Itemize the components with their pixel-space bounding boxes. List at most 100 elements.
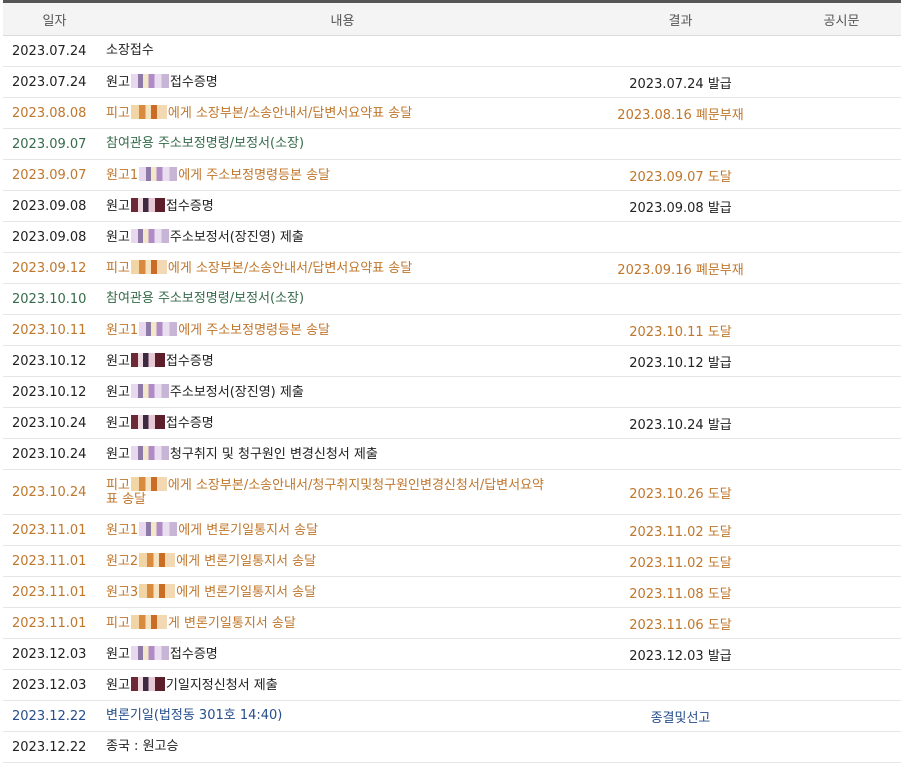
row-notice: [782, 731, 901, 763]
row-date: 2023.09.08: [3, 221, 106, 253]
row-content-text: 에게 변론기일통지서 송달: [176, 554, 317, 569]
redacted-name: [139, 553, 176, 567]
row-date: 2023.11.01: [3, 514, 106, 546]
table-row: 2023.10.24 원고 청구취지 및 청구원인 변경신청서 제출: [3, 438, 901, 470]
row-date: 2023.09.12: [3, 252, 106, 284]
row-result: 종결및선고: [579, 700, 782, 732]
row-content: 원고 청구취지 및 청구원인 변경신청서 제출: [106, 438, 579, 470]
row-notice: [782, 638, 901, 670]
table-row: 2023.12.22 변론기일(법정동 301호 14:40) 종결및선고: [3, 700, 901, 732]
row-notice: [782, 35, 901, 67]
row-content-prefix: 피고: [106, 478, 130, 493]
row-content: 원고 접수증명: [106, 66, 579, 98]
row-content-text: 에게 변론기일통지서 송달: [176, 585, 317, 600]
redacted-name: [139, 584, 176, 598]
row-result: 2023.11.02 도달: [579, 545, 782, 577]
redacted-name: [130, 384, 169, 398]
row-content-text: 에게 주소보정명령등본 송달: [178, 168, 330, 183]
column-header-notice[interactable]: 공시문: [782, 0, 901, 36]
row-date: 2023.08.08: [3, 97, 106, 129]
row-date: 2023.07.24: [3, 66, 106, 98]
table-row: 2023.11.01 피고 게 변론기일통지서 송달 2023.11.06 도달: [3, 607, 901, 639]
row-notice: [782, 514, 901, 546]
row-result: [579, 669, 782, 701]
row-notice: [782, 314, 901, 346]
row-result: [579, 731, 782, 763]
column-header-content[interactable]: 내용: [106, 0, 579, 36]
row-content-prefix: 원고: [106, 385, 130, 400]
table-row: 2023.08.08 피고 에게 소장부본/소송안내서/답변서요약표 송달 2023.…: [3, 97, 901, 129]
row-content: 원고 기일지정신청서 제출: [106, 669, 579, 701]
row-notice: [782, 345, 901, 377]
row-content-prefix: 참여관용 주소보정명령/보정서(소장): [106, 136, 305, 151]
table-row: 2023.12.03 원고 접수증명 2023.12.03 발급: [3, 638, 901, 670]
row-content-text: 접수증명: [165, 416, 214, 431]
table-row: 2023.09.08 원고 접수증명 2023.09.08 발급: [3, 190, 901, 222]
row-date: 2023.10.12: [3, 345, 106, 377]
row-content-prefix: 피고: [106, 261, 130, 276]
row-notice: [782, 469, 901, 515]
case-history-panel: 일자 내용 결과 공시문 2023.07.24 소장접수 2023.07.24 원고 접…: [0, 0, 905, 772]
row-content-prefix: 참여관용 주소보정명령/보정서(소장): [106, 291, 305, 306]
column-header-result[interactable]: 결과: [579, 0, 782, 36]
column-header-date[interactable]: 일자: [3, 0, 106, 36]
row-notice: [782, 221, 901, 253]
row-content-prefix: 소장접수: [106, 43, 154, 58]
row-result: 2023.10.26 도달: [579, 469, 782, 515]
row-result: 2023.10.11 도달: [579, 314, 782, 346]
case-history-table: 일자 내용 결과 공시문 2023.07.24 소장접수 2023.07.24 원고 접…: [3, 0, 901, 763]
row-notice: [782, 190, 901, 222]
row-content: 피고 에게 소장부본/소송안내서/답변서요약표 송달: [106, 97, 579, 129]
redacted-name: [130, 677, 165, 691]
row-notice: [782, 252, 901, 284]
table-row: 2023.09.08 원고 주소보정서(장진영) 제출: [3, 221, 901, 253]
row-content-text: 접수증명: [165, 354, 214, 369]
row-content: 원고1 에게 변론기일통지서 송달: [106, 514, 579, 546]
row-date: 2023.11.01: [3, 545, 106, 577]
row-notice: [782, 66, 901, 98]
row-notice: [782, 283, 901, 315]
row-date: 2023.10.24: [3, 438, 106, 470]
redacted-name: [139, 167, 178, 181]
row-result: [579, 128, 782, 160]
row-notice: [782, 159, 901, 191]
row-content: 피고 게 변론기일통지서 송달: [106, 607, 579, 639]
row-content: 원고 접수증명: [106, 190, 579, 222]
row-notice: [782, 128, 901, 160]
row-content: 원고 주소보정서(장진영) 제출: [106, 221, 579, 253]
row-date: 2023.12.03: [3, 669, 106, 701]
row-content-continuation: 표 송달: [106, 492, 147, 507]
row-date: 2023.12.22: [3, 731, 106, 763]
redacted-name: [130, 353, 165, 367]
row-result: 2023.09.16 폐문부재: [579, 252, 782, 284]
row-content: 변론기일(법정동 301호 14:40): [106, 700, 579, 732]
table-row: 2023.12.22 종국 : 원고승: [3, 731, 901, 763]
row-date: 2023.11.01: [3, 607, 106, 639]
row-content: 원고2 에게 변론기일통지서 송달: [106, 545, 579, 577]
table-row: 2023.10.12 원고 주소보정서(장진영) 제출: [3, 376, 901, 408]
table-row: 2023.09.07 원고1 에게 주소보정명령등본 송달 2023.09.07 도달: [3, 159, 901, 191]
row-content-prefix: 원고: [106, 447, 130, 462]
row-date: 2023.11.01: [3, 576, 106, 608]
table-body: 2023.07.24 소장접수 2023.07.24 원고 접수증명 2023.07.24…: [3, 35, 901, 763]
row-notice: [782, 376, 901, 408]
redacted-name: [130, 105, 167, 119]
row-content-prefix: 원고1: [106, 323, 139, 338]
redacted-name: [139, 522, 178, 536]
row-content-prefix: 변론기일(법정동 301호 14:40): [106, 708, 283, 723]
row-content-prefix: 원고: [106, 416, 130, 431]
row-content-text: 기일지정신청서 제출: [165, 678, 278, 693]
redacted-name: [130, 260, 167, 274]
row-notice: [782, 607, 901, 639]
row-notice: [782, 545, 901, 577]
row-result: [579, 35, 782, 67]
row-content-prefix: 원고3: [106, 585, 139, 600]
row-result: [579, 376, 782, 408]
row-content-prefix: 원고: [106, 647, 130, 662]
row-result: 2023.08.16 폐문부재: [579, 97, 782, 129]
row-content: 원고 주소보정서(장진영) 제출: [106, 376, 579, 408]
row-date: 2023.09.08: [3, 190, 106, 222]
redacted-name: [130, 74, 169, 88]
table-row: 2023.11.01 원고3 에게 변론기일통지서 송달 2023.11.08 도달: [3, 576, 901, 608]
row-content: 원고1 에게 주소보정명령등본 송달: [106, 314, 579, 346]
